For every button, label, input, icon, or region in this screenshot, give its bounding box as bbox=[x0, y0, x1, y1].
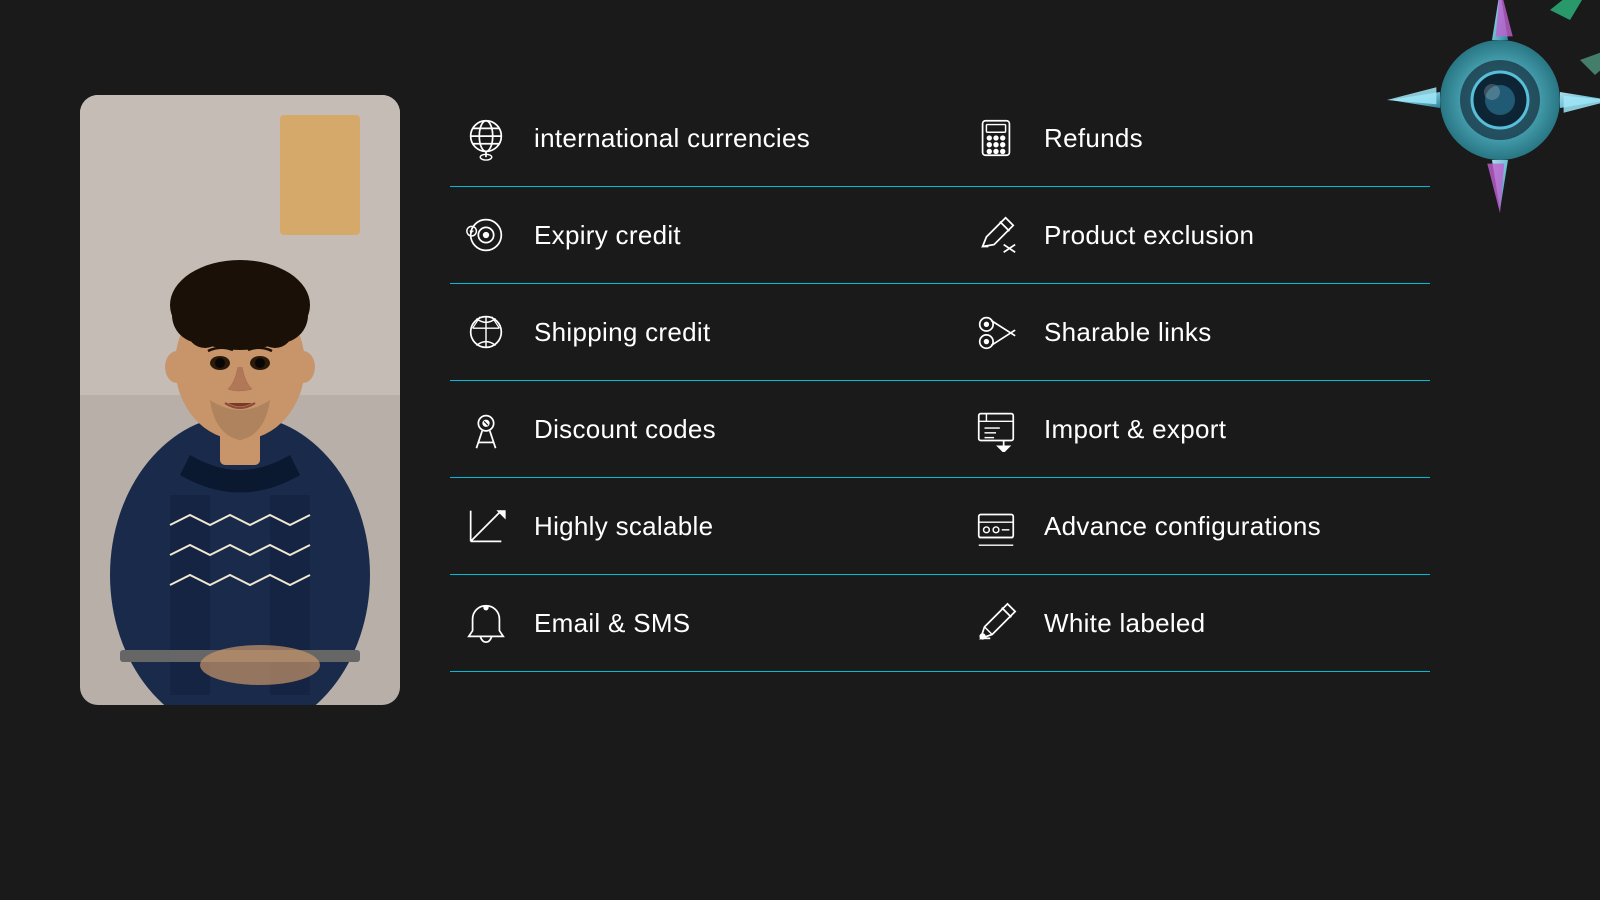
notification-icon bbox=[460, 597, 512, 649]
photo-panel bbox=[80, 95, 400, 705]
feature-shipping-credit: Shipping credit bbox=[450, 284, 940, 381]
refunds-label: Refunds bbox=[1044, 123, 1143, 154]
pen-icon bbox=[970, 597, 1022, 649]
white-labeled-label: White labeled bbox=[1044, 608, 1205, 639]
features-grid: international currencies Refunds bbox=[450, 90, 1430, 672]
product-exclusion-label: Product exclusion bbox=[1044, 220, 1254, 251]
feature-advance-configurations: Advance configurations bbox=[940, 478, 1430, 575]
shipping-icon bbox=[460, 306, 512, 358]
sharable-links-label: Sharable links bbox=[1044, 317, 1212, 348]
expiry-icon bbox=[460, 209, 512, 261]
shipping-credit-label: Shipping credit bbox=[534, 317, 711, 348]
feature-import-export: Import & export bbox=[940, 381, 1430, 478]
calculator-icon bbox=[970, 112, 1022, 164]
config-icon bbox=[970, 500, 1022, 552]
discount-icon bbox=[460, 403, 512, 455]
feature-expiry-credit: Expiry credit bbox=[450, 187, 940, 284]
expiry-credit-label: Expiry credit bbox=[534, 220, 681, 251]
feature-highly-scalable: Highly scalable bbox=[450, 478, 940, 575]
decorative-starburst bbox=[1340, 0, 1600, 260]
person-photo bbox=[80, 95, 400, 705]
import-icon bbox=[970, 403, 1022, 455]
import-export-label: Import & export bbox=[1044, 414, 1226, 445]
pencil-x-icon bbox=[970, 209, 1022, 261]
scissors-icon bbox=[970, 306, 1022, 358]
email-sms-label: Email & SMS bbox=[534, 608, 690, 639]
advance-configurations-label: Advance configurations bbox=[1044, 511, 1321, 542]
feature-discount-codes: Discount codes bbox=[450, 381, 940, 478]
scalable-icon bbox=[460, 500, 512, 552]
feature-sharable-links: Sharable links bbox=[940, 284, 1430, 381]
international-currencies-label: international currencies bbox=[534, 123, 810, 154]
discount-codes-label: Discount codes bbox=[534, 414, 716, 445]
feature-international-currencies: international currencies bbox=[450, 90, 940, 187]
feature-white-labeled: White labeled bbox=[940, 575, 1430, 672]
feature-email-sms: Email & SMS bbox=[450, 575, 940, 672]
globe-icon bbox=[460, 112, 512, 164]
highly-scalable-label: Highly scalable bbox=[534, 511, 713, 542]
